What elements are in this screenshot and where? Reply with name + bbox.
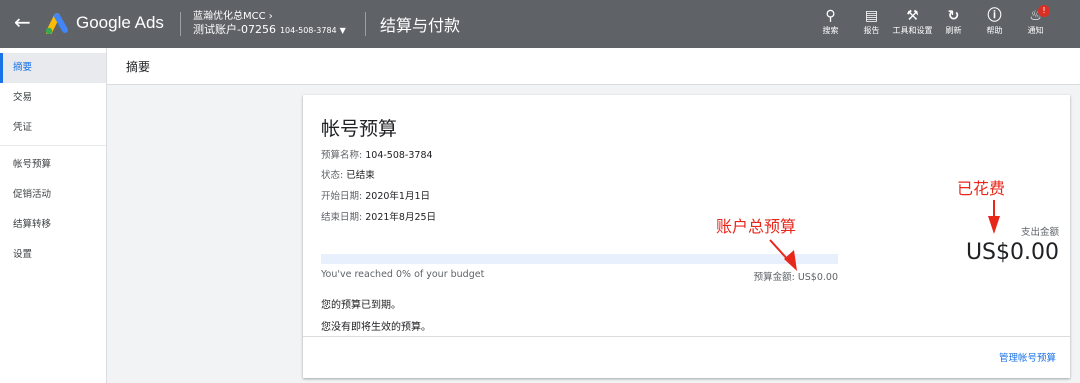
arrowhead-spent [988,216,1000,234]
annotation-arrows [769,200,1000,271]
arrowhead-total-budget [784,250,797,271]
